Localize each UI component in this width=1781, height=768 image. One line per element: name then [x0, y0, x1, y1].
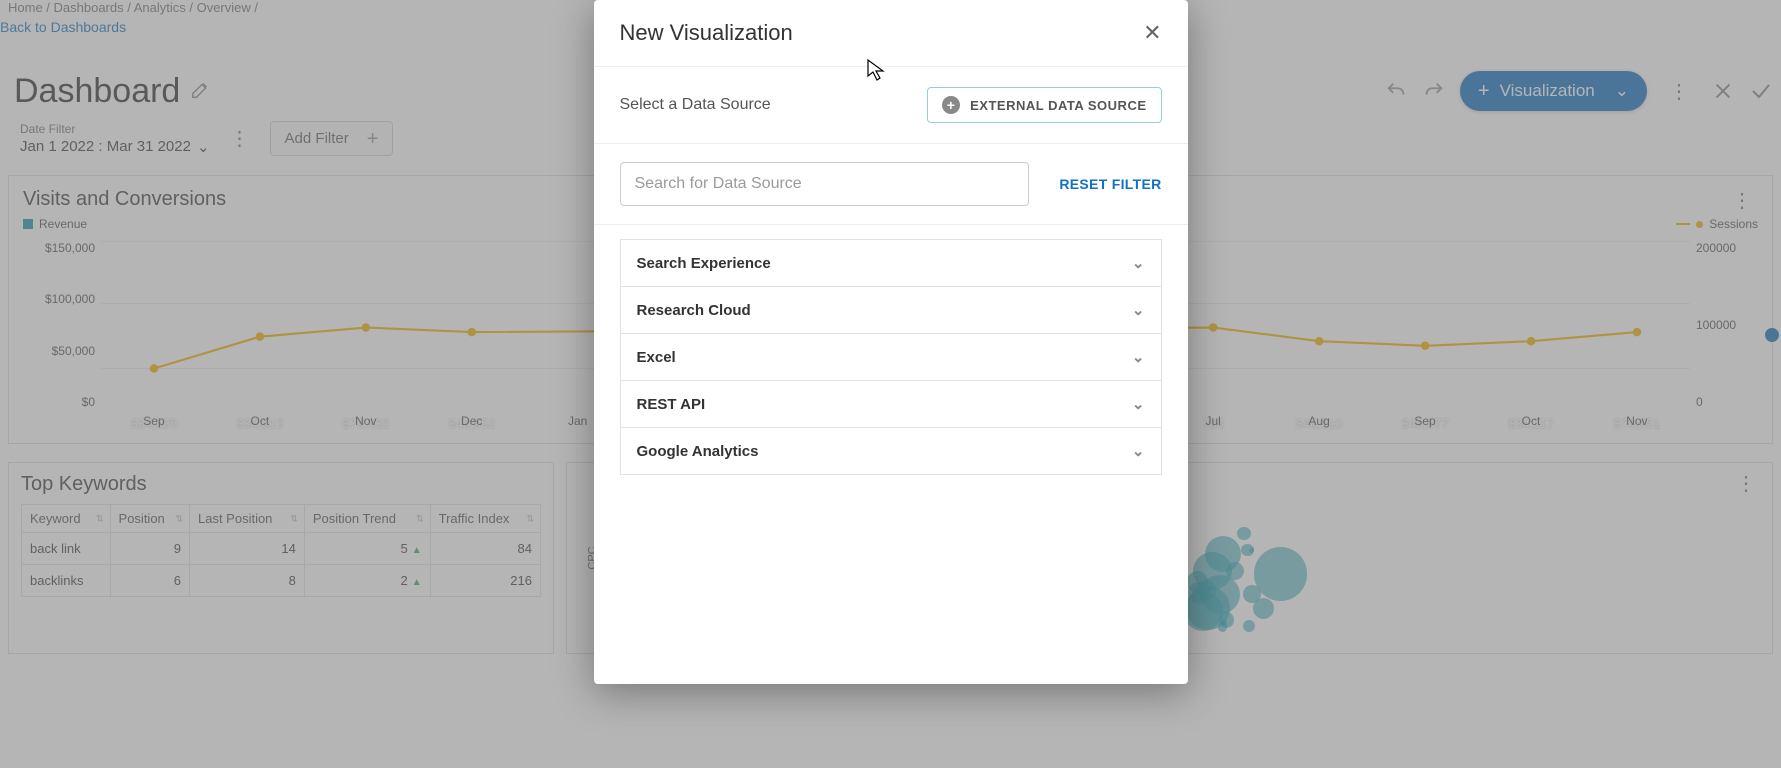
- chevron-down-icon: ⌄: [1132, 442, 1145, 460]
- close-icon[interactable]: ✕: [1143, 20, 1161, 46]
- external-data-source-label: EXTERNAL DATA SOURCE: [970, 98, 1146, 113]
- external-data-source-button[interactable]: + EXTERNAL DATA SOURCE: [927, 87, 1161, 123]
- data-source-item[interactable]: Excel ⌄: [620, 333, 1162, 381]
- select-data-source-label: Select a Data Source: [620, 96, 771, 114]
- data-source-label: Research Cloud: [637, 302, 751, 319]
- chevron-down-icon: ⌄: [1132, 395, 1145, 413]
- circle-plus-icon: +: [942, 96, 960, 114]
- data-source-label: Search Experience: [637, 255, 771, 272]
- data-source-item[interactable]: REST API ⌄: [620, 380, 1162, 428]
- chevron-down-icon: ⌄: [1132, 348, 1145, 366]
- chevron-down-icon: ⌄: [1132, 254, 1145, 272]
- chevron-down-icon: ⌄: [1132, 301, 1145, 319]
- data-source-label: Excel: [637, 349, 676, 366]
- new-visualization-modal: New Visualization ✕ Select a Data Source…: [594, 0, 1188, 684]
- data-source-item[interactable]: Research Cloud ⌄: [620, 286, 1162, 334]
- modal-title: New Visualization: [620, 20, 793, 46]
- data-source-item[interactable]: Google Analytics ⌄: [620, 427, 1162, 475]
- data-source-item[interactable]: Search Experience ⌄: [620, 239, 1162, 287]
- reset-filter-link[interactable]: RESET FILTER: [1059, 176, 1161, 192]
- data-source-label: Google Analytics: [637, 443, 759, 460]
- data-source-label: REST API: [637, 396, 706, 413]
- search-data-source-input[interactable]: [620, 162, 1030, 206]
